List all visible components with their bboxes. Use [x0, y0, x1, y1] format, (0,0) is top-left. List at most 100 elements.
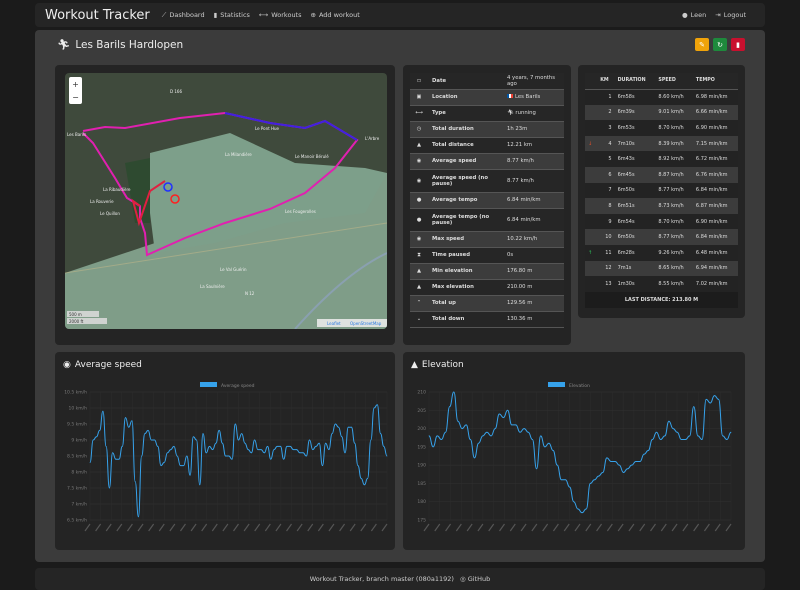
gauge-icon: ◉ [416, 236, 422, 242]
x-tick-label [509, 523, 516, 532]
x-tick-label [349, 523, 356, 532]
data-point [709, 402, 711, 404]
x-tick-label [650, 523, 656, 532]
x-tick-label [585, 523, 592, 532]
stat-label: Location [428, 89, 503, 106]
flag-fr-icon [507, 94, 513, 98]
data-point [726, 439, 728, 440]
x-tick-label [617, 523, 624, 532]
laps-header: DURATION [614, 73, 656, 90]
data-point [494, 428, 496, 429]
data-point [565, 479, 566, 481]
stat-row: ● Average tempo 6.84 min/km [410, 192, 564, 209]
stat-value: 8.77 km/h [503, 169, 564, 193]
data-point [331, 433, 333, 434]
data-point [205, 452, 207, 454]
y-tick-label: 9.5 km/h [67, 422, 87, 428]
x-tick-label [628, 523, 635, 532]
leaflet-link[interactable]: Leaflet [327, 321, 341, 326]
map-label: La Milandière [225, 152, 252, 157]
workout-page: 🏃︎ Les Barils Hardlopen ✎ ↻ ▮ D 166 Les B… [35, 30, 765, 562]
legend-swatch [548, 382, 565, 387]
osm-link[interactable]: OpenStreetMap [350, 321, 382, 326]
data-point [544, 446, 546, 448]
data-point [651, 439, 653, 440]
legend-swatch [200, 382, 217, 387]
data-point [186, 455, 188, 457]
lap-row: 13 1m30s 8.55 km/h 7.02 min/km [585, 276, 738, 292]
zoom-out-button[interactable]: − [72, 93, 79, 102]
user-icon: ● [681, 11, 688, 19]
data-point [478, 442, 480, 444]
stat-value: 10.22 km/h [503, 231, 564, 248]
x-tick-label [477, 523, 484, 532]
stat-value: 6.84 min/km [503, 192, 564, 209]
running-icon: 🏃︎ [57, 39, 71, 51]
nav-add-workout[interactable]: ⊕ Add workout [311, 11, 360, 19]
data-point [192, 436, 194, 438]
brand[interactable]: Workout Tracker [45, 8, 150, 23]
data-point [334, 423, 336, 425]
data-point [167, 452, 168, 454]
data-point [383, 446, 385, 447]
x-tick-label [222, 523, 229, 532]
speedometer-icon: ◉ [416, 158, 422, 164]
stat-row: ⌃ Total up 129.56 m [410, 295, 564, 312]
refresh-button[interactable]: ↻ [713, 38, 727, 51]
data-point [618, 464, 620, 466]
data-point [108, 487, 110, 489]
data-point [251, 452, 252, 454]
zoom-in-button[interactable]: + [72, 80, 79, 89]
stat-row: ▲ Total distance 12.21 km [410, 137, 564, 154]
stat-row: ● Average tempo (no pause) 6.84 min/km [410, 208, 564, 232]
data-point [519, 431, 521, 433]
stat-label: Total duration [428, 121, 503, 138]
route-map[interactable]: D 166 Les Barils Le Pont Hue La Milandiè… [65, 73, 387, 329]
data-point [305, 455, 307, 457]
data-point [486, 431, 488, 433]
github-link[interactable]: ◎ GitHub [460, 575, 490, 583]
data-point [89, 462, 91, 463]
speed-chart-card: ◉ Average speed Average speed 10.5 km/h 10 … [55, 352, 395, 550]
lap-row: 3 6m53s 8.70 km/h 6.90 min/km [585, 120, 738, 136]
y-tick-label: 10.5 km/h [64, 390, 87, 396]
data-point [347, 426, 349, 428]
data-point [118, 458, 120, 460]
x-tick-label [307, 523, 314, 532]
x-tick-label [126, 523, 133, 532]
edit-button[interactable]: ✎ [695, 38, 709, 51]
nav-user[interactable]: ● Leen [682, 11, 706, 19]
data-point [507, 409, 509, 411]
x-tick-label [606, 523, 613, 532]
nav-logout[interactable]: ⇥ Logout [715, 11, 746, 19]
data-point [548, 442, 550, 444]
data-point [705, 398, 707, 400]
stat-label: Min elevation [428, 263, 503, 280]
data-point [376, 404, 378, 406]
nav-dashboard[interactable]: ⟋ Dashboard [162, 11, 205, 20]
data-point [254, 439, 256, 441]
chevron-up-icon: ⌃ [416, 300, 422, 306]
road-icon: ▲ [416, 142, 422, 148]
map-label: Le Pont Hue [255, 126, 280, 131]
map-label: La Rouverie [90, 199, 114, 204]
data-point [299, 452, 301, 454]
page-title: 🏃︎ Les Barils Hardlopen [57, 38, 184, 52]
nav-workouts[interactable]: ⟷ Workouts [259, 11, 302, 19]
data-point [267, 446, 268, 447]
stat-value: 0s [503, 247, 564, 264]
data-point [244, 442, 246, 444]
y-tick-label: 210 [417, 390, 426, 396]
data-point [540, 435, 542, 437]
data-point [614, 461, 616, 462]
stat-label: Total up [428, 295, 503, 312]
x-tick-label [275, 523, 282, 532]
delete-button[interactable]: ▮ [731, 38, 745, 51]
stat-row: ▲ Min elevation 176.80 m [410, 263, 564, 280]
data-point [273, 449, 275, 450]
nav-statistics[interactable]: ▮ Statistics [214, 11, 250, 19]
data-point [482, 435, 484, 437]
map-label: Le Quillon [100, 211, 120, 216]
x-tick-label [148, 523, 155, 532]
calendar-icon: ▭ [416, 77, 422, 84]
